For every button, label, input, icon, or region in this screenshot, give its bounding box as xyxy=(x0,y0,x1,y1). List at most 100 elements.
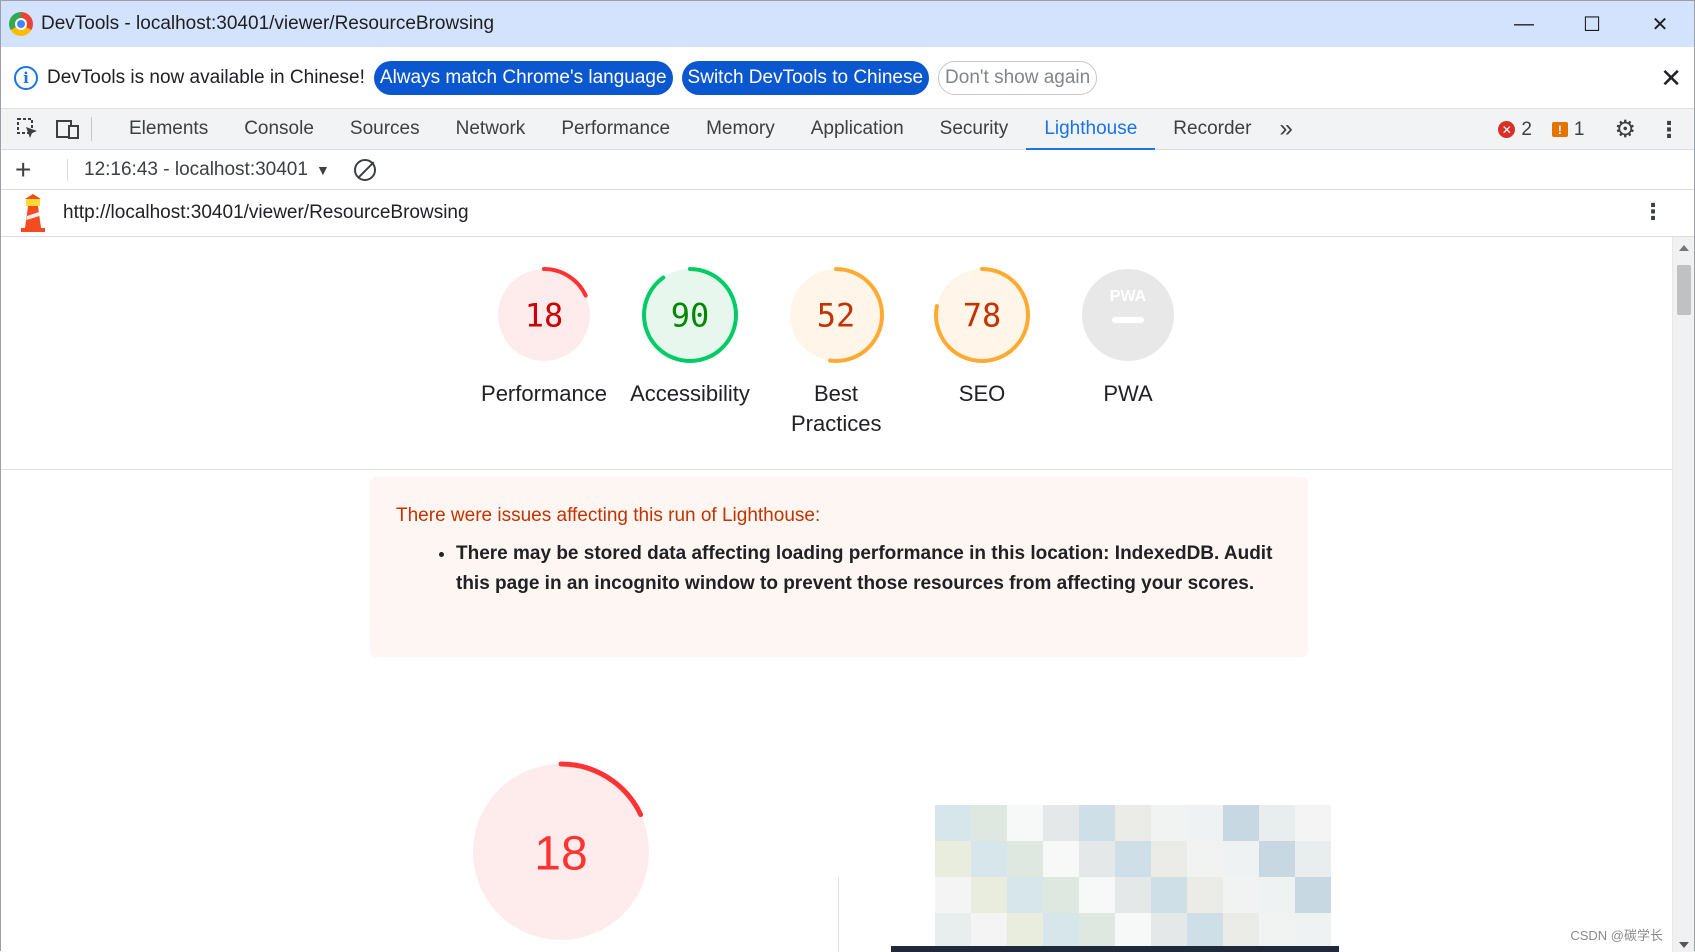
report-select-dropdown[interactable]: 12:16:43 - localhost:30401 ▼ xyxy=(67,158,330,181)
pixel-tile xyxy=(971,841,1007,877)
pixel-tile xyxy=(1295,805,1331,841)
pixel-tile xyxy=(1079,877,1115,913)
performance-main-gauge[interactable]: 18 xyxy=(468,759,654,945)
pixel-tile xyxy=(1151,805,1187,841)
info-icon: i xyxy=(14,65,38,90)
pixel-tile xyxy=(1187,805,1223,841)
always-match-language-button[interactable]: Always match Chrome's language xyxy=(373,60,673,95)
devtools-window: DevTools - localhost:30401/viewer/Resour… xyxy=(0,0,1695,952)
report-select-value: 12:16:43 - localhost:30401 xyxy=(84,158,308,180)
tab-console[interactable]: Console xyxy=(226,109,332,150)
gauge-ring: 18 xyxy=(496,267,592,363)
pixel-tile xyxy=(1115,805,1151,841)
report-url[interactable]: http://localhost:30401/viewer/ResourceBr… xyxy=(63,202,469,224)
language-infobar: i DevTools is now available in Chinese! … xyxy=(1,47,1694,109)
tab-list: Elements Console Sources Network Performance… xyxy=(111,109,1269,150)
toolbar-right: ✕ 2 ! 1 ⚙ ⋮ xyxy=(1498,109,1694,150)
gauge-accessibility[interactable]: 90 Accessibility xyxy=(617,265,763,439)
gauge-score: 18 xyxy=(534,827,587,880)
gauge-ring: 90 xyxy=(642,267,738,363)
pixel-tile xyxy=(1043,841,1079,877)
gauge-performance[interactable]: 18 Performance xyxy=(471,265,617,439)
pixel-tile xyxy=(1079,841,1115,877)
pixel-tile xyxy=(1259,877,1295,913)
report-menu-icon[interactable]: ⋮ xyxy=(1642,199,1664,225)
new-report-plus-icon[interactable]: + xyxy=(15,154,39,186)
error-count-badge[interactable]: ✕ 2 xyxy=(1498,119,1532,141)
section-divider xyxy=(1,469,1673,470)
warning-icon: ! xyxy=(1551,122,1568,137)
devtools-tab-bar: Elements Console Sources Network Performance… xyxy=(1,109,1694,150)
pixel-tile xyxy=(1043,913,1079,949)
warning-count-badge[interactable]: ! 1 xyxy=(1551,119,1584,141)
pixel-tile xyxy=(1151,913,1187,949)
gauge-best-practices[interactable]: 52 Best Practices xyxy=(763,265,909,439)
pixel-tile xyxy=(1151,841,1187,877)
gauge-score: 90 xyxy=(671,297,710,335)
pixel-tile xyxy=(1259,841,1295,877)
gauge-pwa[interactable]: PWA PWA xyxy=(1055,265,1201,439)
tab-security[interactable]: Security xyxy=(922,109,1027,150)
close-window-button[interactable]: ✕ xyxy=(1626,1,1694,47)
pixel-tile xyxy=(935,877,971,913)
maximize-button[interactable]: ☐ xyxy=(1558,1,1626,47)
pixel-tile xyxy=(1007,805,1043,841)
pixel-tile xyxy=(1115,877,1151,913)
clear-reports-icon[interactable] xyxy=(353,158,376,181)
inspect-element-icon[interactable] xyxy=(15,116,41,142)
gauge-label: Best Practices xyxy=(791,381,882,436)
minimize-button[interactable]: — xyxy=(1490,1,1558,47)
pwa-dash xyxy=(1112,317,1144,323)
tab-recorder[interactable]: Recorder xyxy=(1155,109,1269,150)
pixel-tile xyxy=(1079,913,1115,949)
gauge-label: PWA xyxy=(1103,381,1153,406)
error-count: 2 xyxy=(1521,118,1532,140)
tab-lighthouse[interactable]: Lighthouse xyxy=(1026,109,1156,150)
device-toolbar-icon[interactable] xyxy=(55,116,81,142)
gauge-label: SEO xyxy=(958,381,1006,406)
gauge-score: 52 xyxy=(817,297,856,335)
more-tabs-button[interactable]: » xyxy=(1269,109,1302,150)
toolbar-separator xyxy=(91,117,92,141)
pixel-tile xyxy=(1295,913,1331,949)
chevron-double-right-icon: » xyxy=(1279,115,1293,142)
tab-sources[interactable]: Sources xyxy=(332,109,438,150)
gauge-seo[interactable]: 78 SEO xyxy=(909,265,1055,439)
pixel-tile xyxy=(1223,877,1259,913)
more-options-icon[interactable]: ⋮ xyxy=(1658,117,1680,143)
tab-application[interactable]: Application xyxy=(793,109,922,150)
dont-show-again-button[interactable]: Don't show again xyxy=(938,60,1098,95)
gauge-ring: 52 xyxy=(788,267,884,363)
pixel-tile xyxy=(1115,913,1151,949)
infobar-close-icon[interactable]: ✕ xyxy=(1660,63,1682,94)
report-selector-bar: + 12:16:43 - localhost:30401 ▼ xyxy=(1,150,1694,190)
pixel-tile xyxy=(1115,841,1151,877)
warning-item: There may be stored data affecting loadi… xyxy=(456,539,1282,599)
scroll-up-icon[interactable] xyxy=(1679,245,1689,251)
window-controls: — ☐ ✕ xyxy=(1490,1,1694,47)
gauge-label: Accessibility xyxy=(630,381,750,406)
switch-to-chinese-button[interactable]: Switch DevTools to Chinese xyxy=(681,60,930,95)
gauge-background xyxy=(1082,269,1174,361)
tab-elements[interactable]: Elements xyxy=(111,109,226,150)
window-title: DevTools - localhost:30401/viewer/Resour… xyxy=(41,13,495,34)
score-gauges: 18 Performance 90 Accessibility 52 Best Pract… xyxy=(471,265,1201,439)
scroll-down-icon[interactable] xyxy=(1679,942,1689,948)
pixel-tile xyxy=(1007,841,1043,877)
pixel-tile xyxy=(1007,877,1043,913)
settings-gear-icon[interactable]: ⚙ xyxy=(1614,115,1636,144)
warning-list: There may be stored data affecting loadi… xyxy=(456,539,1282,599)
gauge-score: 18 xyxy=(525,297,564,335)
vertical-scrollbar[interactable] xyxy=(1672,237,1694,952)
pixel-tile xyxy=(1151,877,1187,913)
pixel-tile xyxy=(1007,913,1043,949)
tab-network[interactable]: Network xyxy=(438,109,544,150)
screenshot-divider xyxy=(838,877,839,952)
scroll-thumb[interactable] xyxy=(1677,265,1691,315)
chrome-logo-icon xyxy=(9,12,33,36)
pixel-tile xyxy=(1223,913,1259,949)
pixel-tile xyxy=(1043,805,1079,841)
infobar-message: DevTools is now available in Chinese! xyxy=(47,66,365,88)
tab-performance[interactable]: Performance xyxy=(543,109,688,150)
tab-memory[interactable]: Memory xyxy=(688,109,793,150)
